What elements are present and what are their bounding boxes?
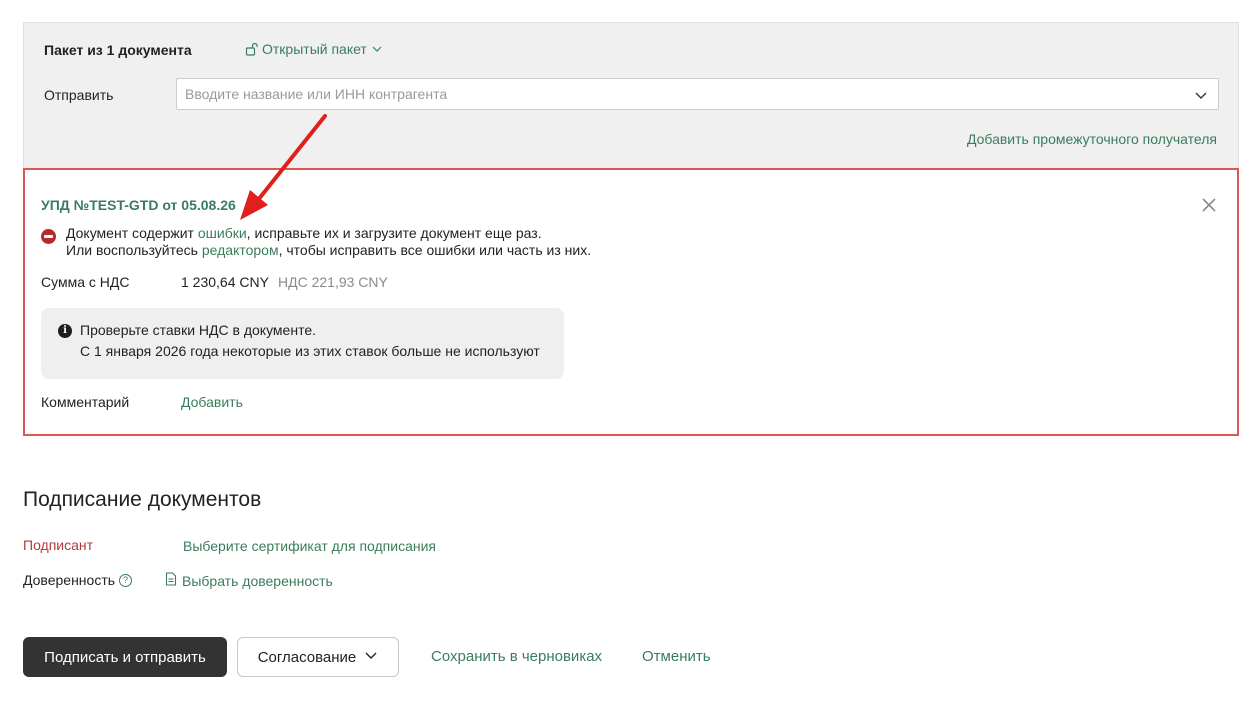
power-of-attorney-label: Доверенность ? <box>23 572 133 588</box>
editor-link[interactable]: редактором <box>202 242 279 258</box>
error-icon <box>41 229 56 244</box>
select-certificate-link[interactable]: Выберите сертификат для подписания <box>183 538 436 554</box>
unlock-icon <box>245 42 259 56</box>
error-text: Документ содержит <box>66 225 198 241</box>
editor-message: Или воспользуйтесь редактором, чтобы исп… <box>66 242 591 258</box>
vat-warning-text: С 1 января 2026 года некоторые из этих с… <box>80 343 540 359</box>
approval-dropdown-button[interactable]: Согласование <box>237 637 399 677</box>
error-message: Документ содержит ошибки, исправьте их и… <box>66 225 542 241</box>
cancel-link[interactable]: Отменить <box>642 648 711 665</box>
help-icon[interactable]: ? <box>119 573 133 587</box>
close-icon[interactable] <box>1201 197 1217 216</box>
save-draft-link[interactable]: Сохранить в черновиках <box>431 648 602 665</box>
error-text: , исправьте их и загрузите документ еще … <box>246 225 542 241</box>
add-intermediate-recipient-link[interactable]: Добавить промежуточного получателя <box>967 131 1217 147</box>
packet-type-label: Открытый пакет <box>262 41 367 57</box>
comment-label: Комментарий <box>41 394 130 410</box>
errors-link[interactable]: ошибки <box>198 225 247 241</box>
chevron-down-icon[interactable] <box>1194 88 1208 105</box>
recipient-select[interactable] <box>176 78 1219 110</box>
packet-title: Пакет из 1 документа <box>44 42 192 58</box>
select-power-of-attorney-text: Выбрать доверенность <box>182 572 333 589</box>
signer-label: Подписант <box>23 537 94 553</box>
add-comment-link[interactable]: Добавить <box>181 394 243 410</box>
chevron-down-icon <box>370 42 384 56</box>
send-label: Отправить <box>44 87 114 103</box>
info-icon: i <box>58 324 72 338</box>
recipient-input[interactable] <box>185 86 1165 102</box>
approval-label: Согласование <box>257 648 357 666</box>
vat-warning-title: Проверьте ставки НДС в документе. <box>80 322 317 338</box>
document-card: УПД №TEST-GTD от 05.08.26 Документ содер… <box>23 168 1239 436</box>
sign-and-send-button[interactable]: Подписать и отправить <box>23 637 227 677</box>
chevron-down-icon <box>364 648 378 666</box>
sum-label: Сумма с НДС <box>41 274 130 290</box>
document-title[interactable]: УПД №TEST-GTD от 05.08.26 <box>41 197 236 213</box>
editor-text: , чтобы исправить все ошибки или часть и… <box>278 242 592 258</box>
sum-value: 1 230,64 CNY <box>181 274 269 290</box>
packet-panel: Пакет из 1 документа Открытый пакет Отпр… <box>23 22 1239 168</box>
document-icon <box>165 572 177 589</box>
editor-text: Или воспользуйтесь <box>66 242 202 258</box>
vat-value: НДС 221,93 CNY <box>278 274 388 290</box>
vat-warning-box: i Проверьте ставки НДС в документе. С 1 … <box>41 308 564 379</box>
packet-type-dropdown[interactable]: Открытый пакет <box>245 41 384 57</box>
select-power-of-attorney-link[interactable]: Выбрать доверенность <box>165 572 333 589</box>
power-of-attorney-text: Доверенность <box>23 572 116 588</box>
signing-heading: Подписание документов <box>23 488 262 511</box>
